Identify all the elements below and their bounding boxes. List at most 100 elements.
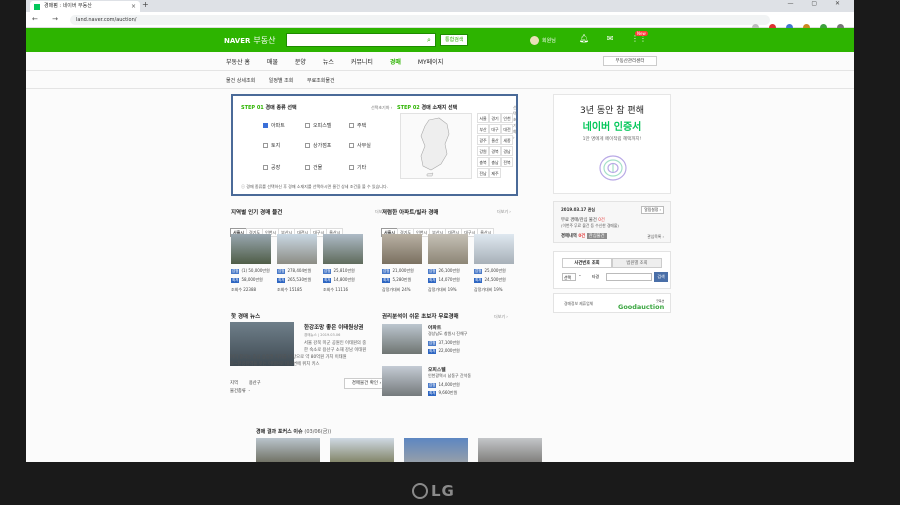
- region-button[interactable]: 경북: [489, 146, 501, 156]
- close-tab-icon[interactable]: ×: [131, 1, 136, 12]
- region-button[interactable]: 전남: [477, 168, 489, 178]
- divider: [26, 88, 854, 89]
- search-input[interactable]: [286, 33, 436, 47]
- item-name[interactable]: 아파트: [428, 324, 441, 331]
- address-bar: ← → ⟳ land.naver.com/auction/: [26, 12, 854, 31]
- focus-thumbnail[interactable]: [330, 438, 394, 462]
- price-line: 감정 21,000만원: [382, 268, 414, 274]
- news-title: 핫 경매 뉴스: [231, 314, 261, 320]
- property-thumbnail[interactable]: [231, 234, 271, 264]
- step1-reset-link[interactable]: 선택초기화 ›: [371, 105, 392, 111]
- separator: -: [579, 273, 581, 279]
- checkbox-store[interactable]: 상가점포: [305, 142, 331, 149]
- region-button[interactable]: 광주: [477, 135, 489, 145]
- url-input[interactable]: land.naver.com/auction/: [70, 15, 770, 25]
- property-thumbnail[interactable]: [277, 234, 317, 264]
- nav-presale[interactable]: 분양: [295, 59, 306, 66]
- case-search-box: 사건번호 조회 법원별 조회 선택 - 타경 검색: [553, 251, 671, 289]
- focus-thumbnail[interactable]: [404, 438, 468, 462]
- nav-mypage[interactable]: MY페이지: [418, 59, 443, 66]
- naver-logo[interactable]: NAVER 부동산: [224, 35, 275, 46]
- auction-history[interactable]: 경매내역 0건 관심물건: [561, 233, 607, 239]
- region-button[interactable]: 경남: [501, 146, 513, 156]
- region-button[interactable]: 제주: [489, 168, 501, 178]
- region-button[interactable]: 전북: [501, 157, 513, 167]
- item-address: 인천광역시 남동구 간석동: [428, 373, 472, 378]
- region-button[interactable]: 부산: [477, 124, 489, 134]
- item-name[interactable]: 오피스텔: [428, 366, 446, 373]
- new-tab-button[interactable]: +: [142, 0, 149, 9]
- region-button[interactable]: 서울: [477, 113, 489, 123]
- cheap-more-link[interactable]: 더보기 ›: [497, 209, 511, 215]
- tab-court[interactable]: 법원별 조회: [612, 258, 662, 268]
- checkbox-house[interactable]: 주택: [349, 122, 366, 129]
- region-button[interactable]: 대구: [489, 124, 501, 134]
- checkbox-etc[interactable]: 기타: [349, 164, 366, 171]
- management-center-button[interactable]: 부동산관리센터: [603, 56, 657, 66]
- tab-case-number[interactable]: 사건번호 조회: [562, 258, 612, 268]
- case-search-button[interactable]: 검색: [654, 272, 668, 282]
- nav-auction[interactable]: 경매: [390, 59, 401, 66]
- property-thumbnail[interactable]: [382, 234, 422, 264]
- nav-listing[interactable]: 매물: [267, 59, 278, 66]
- region-button[interactable]: 울산: [489, 135, 501, 145]
- interest-list-link[interactable]: 관심목록 ›: [647, 234, 664, 240]
- browser-window: 경매펌 : 네이버 부동산 × + — ▢ ✕ ← → ⟳ land.naver…: [26, 0, 854, 462]
- case-number-input[interactable]: [606, 273, 652, 281]
- property-thumbnail[interactable]: [382, 366, 422, 396]
- checkbox-building[interactable]: 건물: [305, 164, 322, 171]
- step-note: ⓘ 경매 종류를 선택하신 후 경매 소재지를 선택하시면 물건 상세 조건을 …: [241, 184, 388, 189]
- recommend-more-link[interactable]: 더보기 ›: [494, 314, 508, 320]
- price-line: 최저 5,280만원: [382, 277, 412, 283]
- mail-icon[interactable]: ✉: [607, 34, 614, 43]
- step2-reset-link[interactable]: 선택초기화 ›: [513, 105, 517, 140]
- window-controls[interactable]: — ▢ ✕: [787, 0, 848, 7]
- alert-settings-button[interactable]: 알림설정 ›: [641, 206, 664, 214]
- rate-line: 감정가대비 24%: [382, 287, 411, 292]
- search-icon[interactable]: ⌕: [422, 33, 436, 47]
- checkbox-factory[interactable]: 공장: [263, 164, 280, 171]
- korea-map-icon: [420, 117, 450, 177]
- property-thumbnail[interactable]: [474, 234, 514, 264]
- nav-news[interactable]: 뉴스: [323, 59, 334, 66]
- region-button[interactable]: 충북: [477, 157, 489, 167]
- tab-bar: 경매펌 : 네이버 부동산 × + — ▢ ✕: [26, 0, 854, 12]
- checkbox-office[interactable]: 사무실: [349, 142, 371, 149]
- checkbox-officetel[interactable]: 오피스텔: [305, 122, 331, 129]
- checkbox-apartment[interactable]: 아파트: [263, 122, 285, 129]
- browser-tab[interactable]: 경매펌 : 네이버 부동산 ×: [30, 1, 140, 12]
- region-button[interactable]: 세종: [501, 135, 513, 145]
- year-select[interactable]: 선택: [562, 273, 576, 281]
- step1-title: STEP 01 경매 종류 선택: [241, 105, 297, 111]
- integrated-search-button[interactable]: 통합검색: [440, 34, 469, 46]
- news-type: 물건종류 -: [230, 389, 251, 394]
- korea-map[interactable]: [400, 113, 472, 179]
- property-thumbnail[interactable]: [428, 234, 468, 264]
- price-line: 최저 9,660만원: [428, 390, 458, 396]
- focus-thumbnail[interactable]: [478, 438, 542, 462]
- price-line: 최저 265,530만원: [277, 277, 312, 283]
- region-button[interactable]: 대전: [501, 124, 513, 134]
- subnav-free[interactable]: 무료조회물건: [307, 78, 335, 84]
- checkbox-land[interactable]: 토지: [263, 142, 280, 149]
- subnav-schedule[interactable]: 일정별 조회: [269, 78, 294, 84]
- focus-thumbnail[interactable]: [256, 438, 320, 462]
- price-line: 감정 26,100만원: [428, 268, 460, 274]
- news-headline[interactable]: 한강조망 좋은 이태원상권: [304, 323, 364, 331]
- cheap-title: 저렴한 아파트/빌라 경매: [382, 210, 439, 216]
- subnav-detail[interactable]: 물건 상세조회: [226, 78, 255, 84]
- user-menu[interactable]: 회원님: [530, 36, 556, 45]
- partner-banner[interactable]: 경매정보 제휴업체 굿옥션 Goodauction: [553, 293, 671, 313]
- bell-icon[interactable]: 🔔︎: [579, 34, 589, 43]
- price-line: 최저 58,000만원: [231, 277, 263, 283]
- property-thumbnail[interactable]: [323, 234, 363, 264]
- region-button[interactable]: 경기: [489, 113, 501, 123]
- nav-community[interactable]: 커뮤니티: [351, 59, 373, 66]
- views-line: 조회수 22388: [231, 287, 257, 292]
- region-button[interactable]: 강원: [477, 146, 489, 156]
- nav-home[interactable]: 부동산 홈: [226, 59, 250, 66]
- region-button[interactable]: 충남: [489, 157, 501, 167]
- region-button[interactable]: 인천: [501, 113, 513, 123]
- property-thumbnail[interactable]: [382, 324, 422, 354]
- step2-title: STEP 02 경매 소재지 선택: [397, 105, 458, 111]
